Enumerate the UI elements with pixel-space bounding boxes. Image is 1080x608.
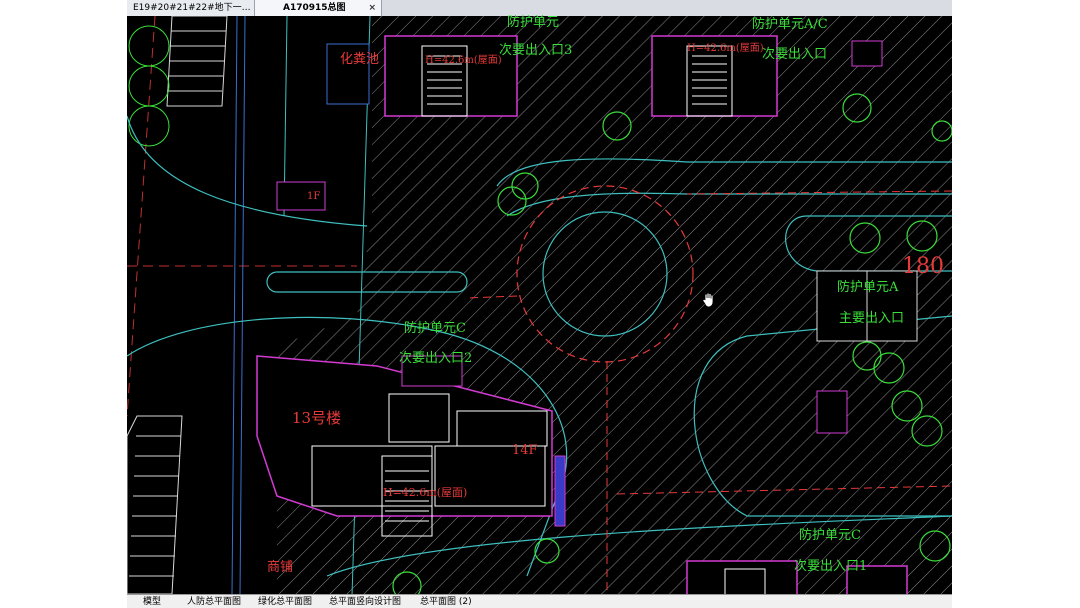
protect-unit-label: 防护单元A	[837, 280, 899, 295]
protect-unit-label: 防护单元A/C	[752, 17, 828, 32]
layout-tab-model[interactable]: 模型	[143, 595, 161, 608]
layout-tab-landscape[interactable]: 绿化总平面图	[258, 595, 312, 608]
secondary-exit-label: 次要出入口2	[399, 351, 473, 366]
protect-unit-label: 防护单元C	[799, 528, 861, 543]
doc-tab-label: E19#20#21#22#地下一…	[133, 3, 251, 13]
close-icon[interactable]: ×	[368, 0, 376, 16]
height-mark-label: H=42.6m(屋面)	[425, 55, 502, 66]
secondary-exit-label: 次要出入口	[762, 47, 828, 62]
drawing-canvas[interactable]: 化粪池 防护单元 次要出入口3 H=42.6m(屋面) H=42.6m(屋面) …	[127, 16, 952, 594]
main-exit-label: 主要出入口	[839, 311, 905, 326]
layout-tab-vertical-design[interactable]: 总平面竖向设计图	[329, 595, 401, 608]
layout-tab-civil-defense[interactable]: 人防总平面图	[187, 595, 241, 608]
height-mark-label: H=42.6m(屋面)	[383, 486, 468, 499]
secondary-exit-label: 次要出入口1	[794, 559, 868, 574]
protect-unit-label: 防护单元	[507, 15, 560, 30]
secondary-exit-label: 次要出入口3	[499, 43, 573, 58]
doc-tab-basement[interactable]: E19#20#21#22#地下一…	[127, 0, 255, 16]
doc-tab-label: A170915总图	[283, 3, 346, 13]
height-mark-label: H=42.6m(屋面)	[687, 43, 764, 54]
layout-tab-site-plan-2[interactable]: 总平面图 (2)	[420, 595, 472, 608]
septic-tank-label: 化粪池	[340, 52, 380, 67]
cad-window: E19#20#21#22#地下一… A170915总图 × 化粪池 防护单元 次…	[127, 0, 952, 608]
protect-unit-label: 防护单元C	[404, 321, 466, 336]
number-label: 180	[902, 254, 944, 279]
layout-tab-bar: 模型 人防总平面图 绿化总平面图 总平面竖向设计图 总平面图 (2)	[127, 594, 952, 608]
cad-drawing	[127, 16, 952, 594]
building-label: 13号楼	[292, 409, 342, 427]
hand-pan-icon	[702, 292, 714, 308]
doc-tab-site-plan[interactable]: A170915总图 ×	[255, 0, 382, 16]
floors-label: 14F	[512, 443, 538, 458]
floor-label: 1F	[307, 191, 321, 202]
shops-label: 商铺	[267, 560, 294, 575]
